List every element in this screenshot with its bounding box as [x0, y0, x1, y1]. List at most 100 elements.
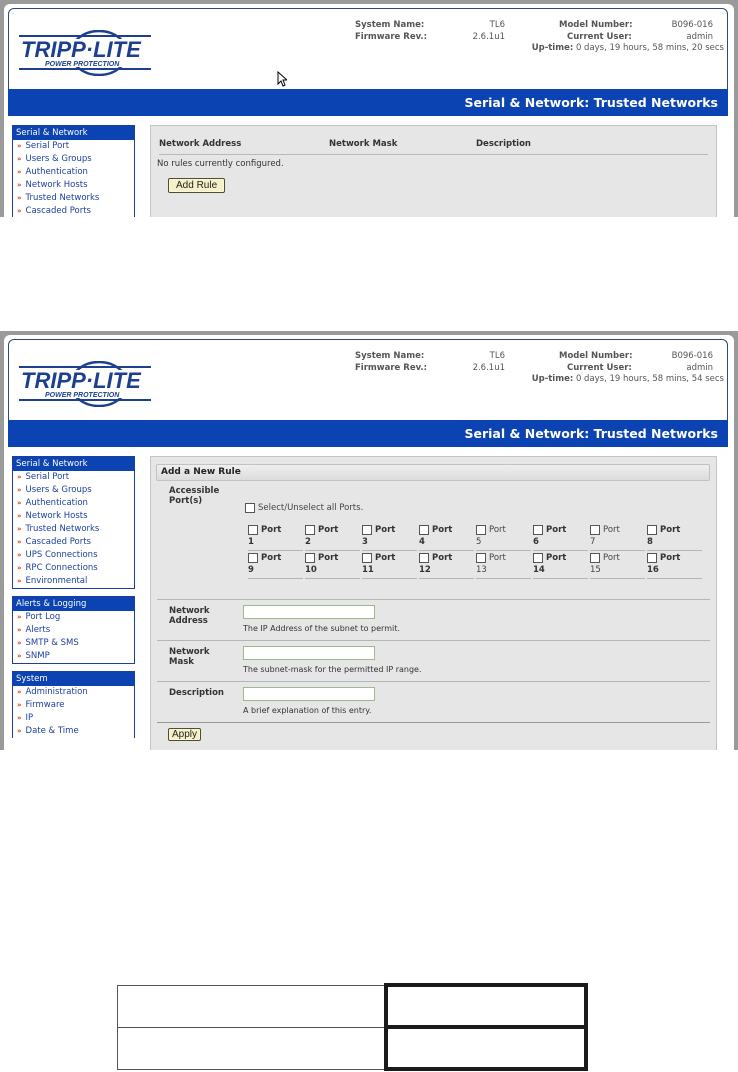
nav-item-administration[interactable]: » Administration: [13, 686, 134, 699]
apply-button[interactable]: Apply: [168, 728, 202, 741]
model-number-value: B096-016: [671, 351, 713, 361]
select-all-ports-checkbox[interactable]: Select/Unselect all Ports.: [245, 503, 363, 513]
browser-frame: TRIPP·LITE POWER PROTECTION System Name:…: [4, 4, 734, 217]
port-checkbox-16[interactable]: Port 16: [647, 551, 702, 579]
nav-item-authentication[interactable]: » Authentication: [13, 497, 134, 510]
port-number: 6: [533, 537, 539, 547]
port-checkbox-7[interactable]: Port 7: [590, 523, 645, 551]
nav-item-trusted-networks[interactable]: » Trusted Networks: [13, 192, 134, 205]
port-checkbox-1[interactable]: Port 1: [248, 523, 303, 551]
double-arrow-icon: »: [17, 525, 22, 533]
port-number: 15: [590, 565, 601, 575]
port-number: 7: [590, 537, 596, 547]
port-label: Port: [261, 553, 282, 563]
double-arrow-icon: »: [17, 714, 22, 722]
nav-item-port-log[interactable]: » Port Log: [13, 611, 134, 624]
nav-group-title[interactable]: Serial & Network: [13, 126, 134, 140]
nav-group-title[interactable]: Serial & Network: [13, 457, 134, 471]
rules-table-panel: Network Address Network Mask Description…: [150, 125, 717, 217]
current-user-label: Current User:: [567, 363, 632, 373]
table-cell: [117, 1026, 387, 1070]
nav-item-smtp-sms[interactable]: » SMTP & SMS: [13, 637, 134, 650]
nav-item-ip[interactable]: » IP: [13, 712, 134, 725]
firmware-label: Firmware Rev.:: [355, 32, 428, 42]
network-mask-input[interactable]: [243, 646, 375, 660]
checkbox-icon: [476, 525, 486, 535]
nav-item-authentication[interactable]: » Authentication: [13, 166, 134, 179]
add-rule-button[interactable]: Add Rule: [168, 178, 226, 193]
svg-text:TRIPP·LITE: TRIPP·LITE: [21, 37, 142, 62]
nav-item-alerts[interactable]: » Alerts: [13, 624, 134, 637]
port-label: Port: [546, 553, 567, 563]
port-checkbox-8[interactable]: Port 8: [647, 523, 702, 551]
port-checkbox-13[interactable]: Port 13: [476, 551, 531, 579]
port-checkbox-2[interactable]: Port 2: [305, 523, 360, 551]
network-address-input[interactable]: [243, 605, 375, 619]
double-arrow-icon: »: [17, 613, 22, 621]
double-arrow-icon: »: [17, 473, 22, 481]
system-name-label: System Name:: [355, 351, 425, 361]
port-checkbox-6[interactable]: Port 6: [533, 523, 588, 551]
checkbox-icon: [476, 553, 486, 563]
nav-item-snmp[interactable]: » SNMP: [13, 650, 134, 663]
nav-group-alerts-logging: Alerts & Logging » Port Log » Alerts » SMTP…: [12, 596, 135, 664]
double-arrow-icon: »: [17, 499, 22, 507]
column-description: Description: [476, 139, 531, 149]
double-arrow-icon: »: [17, 142, 22, 150]
nav-item-serial-port[interactable]: » Serial Port: [13, 140, 134, 153]
port-label: Port: [660, 553, 681, 563]
port-label: Port: [261, 525, 282, 535]
description-input[interactable]: [243, 687, 375, 701]
nav-item-firmware[interactable]: » Firmware: [13, 699, 134, 712]
port-checkbox-11[interactable]: Port 11: [362, 551, 417, 579]
sidebar: Serial & Network » Serial Port » Users & G…: [12, 125, 135, 217]
double-arrow-icon: »: [17, 168, 22, 176]
checkbox-icon: [248, 553, 258, 563]
table-row: [117, 1025, 588, 1071]
screenshot-add-new-rule: TRIPP·LITE POWER PROTECTION System Name:…: [0, 331, 738, 750]
nav-item-network-hosts[interactable]: » Network Hosts: [13, 179, 134, 192]
port-checkbox-9[interactable]: Port 9: [248, 551, 303, 579]
double-arrow-icon: »: [17, 639, 22, 647]
port-checkbox-4[interactable]: Port 4: [419, 523, 474, 551]
nav-item-cascaded-ports[interactable]: » Cascaded Ports: [13, 536, 134, 549]
port-checkbox-3[interactable]: Port 3: [362, 523, 417, 551]
port-checkbox-15[interactable]: Port 15: [590, 551, 645, 579]
nav-item-trusted-networks[interactable]: » Trusted Networks: [13, 523, 134, 536]
nav-item-cascaded-ports[interactable]: » Cascaded Ports: [13, 205, 134, 217]
description-label: Description: [169, 688, 224, 698]
system-info-right: Model Number: B096-016 Current User: admin: [509, 350, 713, 374]
nav-group-title[interactable]: System: [13, 672, 134, 686]
system-info-right: Model Number: B096-016 Current User: admin: [509, 19, 713, 43]
svg-text:POWER PROTECTION: POWER PROTECTION: [45, 392, 120, 399]
current-user-label: Current User:: [567, 32, 632, 42]
nav-group-title[interactable]: Alerts & Logging: [13, 597, 134, 611]
system-name-label: System Name:: [355, 20, 425, 30]
nav-item-network-hosts[interactable]: » Network Hosts: [13, 510, 134, 523]
nav-item-ups-connections[interactable]: » UPS Connections: [13, 549, 134, 562]
current-user-value: admin: [686, 32, 713, 42]
network-address-row: Network Address The IP Address of the su…: [157, 599, 710, 640]
port-checkbox-10[interactable]: Port 10: [305, 551, 360, 579]
network-mask-row: Network Mask The subnet-mask for the per…: [157, 640, 710, 681]
add-rule-form-panel: Add a New Rule Accessible Port(s) Select…: [150, 456, 717, 750]
firmware-value: 2.6.1u1: [472, 363, 505, 373]
nav-item-users-groups[interactable]: » Users & Groups: [13, 153, 134, 166]
port-checkbox-14[interactable]: Port 14: [533, 551, 588, 579]
port-label: Port: [546, 525, 567, 535]
nav-item-date-time[interactable]: » Date & Time: [13, 725, 134, 738]
system-info-left: System Name: TL6 Firmware Rev.: 2.6.1u1: [355, 19, 505, 43]
port-checkbox-12[interactable]: Port 12: [419, 551, 474, 579]
accessible-ports-section: Accessible Port(s) Select/Unselect all P…: [151, 481, 716, 599]
nav-item-users-groups[interactable]: » Users & Groups: [13, 484, 134, 497]
page-title: Serial & Network: Trusted Networks: [8, 89, 728, 116]
port-checkbox-5[interactable]: Port 5: [476, 523, 531, 551]
column-network-mask: Network Mask: [329, 139, 398, 149]
nav-item-serial-port[interactable]: » Serial Port: [13, 471, 134, 484]
checkbox-icon: [533, 553, 543, 563]
port-number: 8: [647, 537, 653, 547]
nav-item-rpc-connections[interactable]: » RPC Connections: [13, 562, 134, 575]
svg-text:POWER PROTECTION: POWER PROTECTION: [45, 61, 120, 68]
table-cell: [117, 984, 387, 1028]
nav-item-environmental[interactable]: » Environmental: [13, 575, 134, 588]
